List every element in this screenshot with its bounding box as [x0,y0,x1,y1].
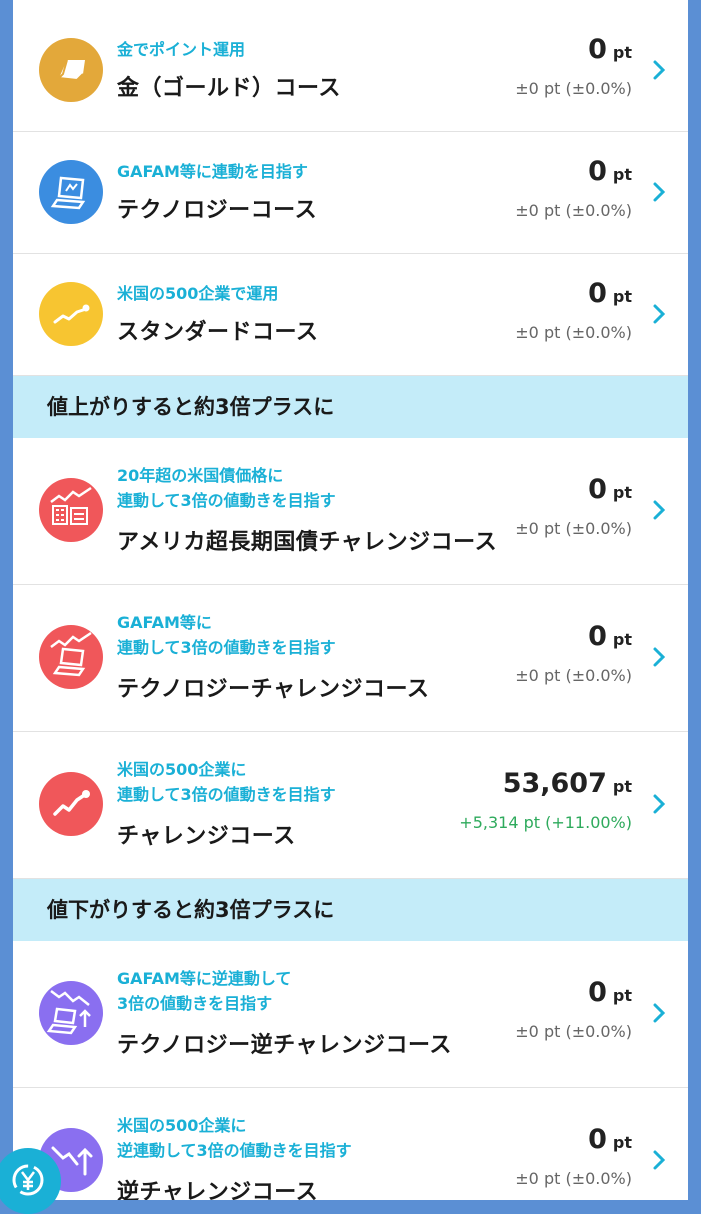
course-points: 0 pt [588,278,632,309]
points-value: 0 [588,156,607,187]
chevron-right-icon [652,1002,666,1024]
panel-top-edge [13,0,688,10]
points-change: +5,314 pt (+11.00%) [459,813,632,832]
course-subtitle-line1: GAFAM等に逆連動して [117,969,292,988]
points-unit: pt [612,43,632,62]
course-row-technology-challenge[interactable]: GAFAM等に 連動して3倍の値動きを目指す テクノロジーチャレンジコース 0p… [13,585,688,732]
points-change: ±0 pt (±0.0%) [515,323,632,342]
course-subtitle-line2: 連動して3倍の値動きを目指す [117,491,336,510]
yen-cycle-icon [12,1164,44,1196]
points-unit: pt [612,777,632,796]
trend-line-icon [39,772,103,836]
course-subtitle-line2: 逆連動して3倍の値動きを目指す [117,1141,352,1160]
course-subtitle-line1: GAFAM等に [117,613,212,632]
course-points: 0 pt [588,474,632,505]
laptop-icon [39,160,103,224]
points-change: ±0 pt (±0.0%) [515,201,632,220]
course-subtitle-line2: 連動して3倍の値動きを目指す [117,638,336,657]
trend-line-icon [39,282,103,346]
chevron-right-icon [652,793,666,815]
section-title: 値上がりすると約3倍プラスに [47,395,335,419]
points-unit: pt [612,165,632,184]
points-change: ±0 pt (±0.0%) [515,666,632,685]
chevron-right-icon [652,499,666,521]
course-subtitle: GAFAM等に連動を目指す [117,162,308,181]
course-title: テクノロジーチャレンジコース [117,677,430,702]
course-points: 0 pt [588,977,632,1008]
chevron-right-icon [652,303,666,325]
chevron-right-icon [652,1149,666,1171]
course-title: テクノロジーコース [117,198,318,223]
bond-chart-icon [39,478,103,542]
points-value: 0 [588,34,607,65]
laptop-chart-icon [39,625,103,689]
course-title: 逆チャレンジコース [117,1180,319,1200]
course-subtitle-line2: 3倍の値動きを目指す [117,994,273,1013]
chevron-right-icon [652,181,666,203]
course-subtitle: 米国の500企業で運用 [117,284,279,303]
laptop-inverse-icon [39,981,103,1045]
section-title: 値下がりすると約3倍プラスに [47,898,335,922]
course-points: 0 pt [588,1124,632,1155]
course-title: 金（ゴールド）コース [117,76,341,101]
course-title: テクノロジー逆チャレンジコース [117,1033,452,1058]
points-unit: pt [612,986,632,1005]
gold-bar-icon [39,38,103,102]
course-row-technology[interactable]: GAFAM等に連動を目指す テクノロジーコース 0 pt ±0 pt (±0.0%… [13,132,688,254]
course-row-us-bond-challenge[interactable]: 20年超の米国債価格に 連動して3倍の値動きを目指す アメリカ超長期国債チャレン… [13,438,688,585]
course-points: 0 pt [588,34,632,65]
points-unit: pt [612,287,632,306]
points-unit: pt [612,483,632,502]
course-title: スタンダードコース [117,320,319,345]
course-row-technology-inverse[interactable]: GAFAM等に逆連動して 3倍の値動きを目指す テクノロジー逆チャレンジコース … [13,941,688,1088]
points-value: 0 [588,1124,607,1155]
course-points: 0 pt [588,156,632,187]
course-row-gold[interactable]: 金でポイント運用 金（ゴールド）コース 0 pt ±0 pt (±0.0%) [13,10,688,132]
course-subtitle: 金でポイント運用 [117,40,246,59]
points-value: 53,607 [502,768,607,799]
course-list-panel: 金でポイント運用 金（ゴールド）コース 0 pt ±0 pt (±0.0%) GA… [13,0,688,1200]
course-row-inverse-challenge[interactable]: 米国の500企業に 逆連動して3倍の値動きを目指す 逆チャレンジコース 0 pt … [13,1088,688,1200]
course-subtitle-line1: 米国の500企業に [117,1116,247,1135]
points-value: 0 [588,621,607,652]
points-change: ±0 pt (±0.0%) [515,519,632,538]
course-subtitle-line1: 米国の500企業に [117,760,247,779]
course-title: チャレンジコース [117,824,296,849]
section-header-down: 値下がりすると約3倍プラスに [13,879,688,941]
yen-exchange-button[interactable] [0,1148,61,1214]
points-change: ±0 pt (±0.0%) [515,1022,632,1041]
points-value: 0 [588,474,607,505]
course-points: 53,607 pt [503,768,632,799]
points-unit: pt [612,630,632,649]
section-header-up: 値上がりすると約3倍プラスに [13,376,688,438]
course-row-challenge[interactable]: 米国の500企業に 連動して3倍の値動きを目指す チャレンジコース 53,607… [13,732,688,879]
course-title: アメリカ超長期国債チャレンジコース [117,530,498,555]
course-subtitle-line1: 20年超の米国債価格に [117,466,284,485]
chevron-right-icon [652,646,666,668]
points-unit: pt [612,1133,632,1152]
points-change: ±0 pt (±0.0%) [515,79,632,98]
points-value: 0 [588,977,607,1008]
points-value: 0 [588,278,607,309]
points-change: ±0 pt (±0.0%) [515,1169,632,1188]
course-points: 0 pt [588,621,632,652]
chevron-right-icon [652,59,666,81]
course-subtitle-line2: 連動して3倍の値動きを目指す [117,785,336,804]
course-row-standard[interactable]: 米国の500企業で運用 スタンダードコース 0 pt ±0 pt (±0.0%) [13,254,688,376]
